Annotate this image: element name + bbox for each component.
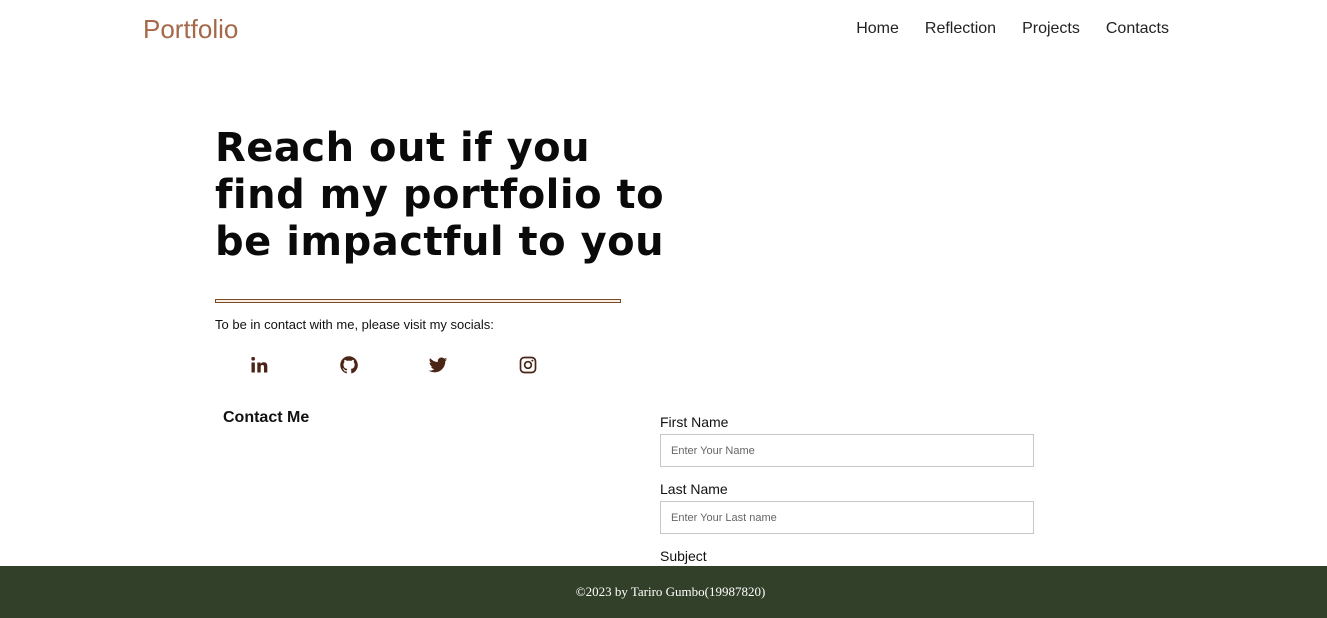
github-link[interactable]: [337, 353, 361, 377]
contact-form: First Name Last Name Subject: [660, 414, 1034, 568]
section-divider: [215, 299, 621, 303]
contact-heading: Contact Me: [223, 409, 310, 426]
main-nav: Home Reflection Projects Contacts: [856, 20, 1169, 38]
last-name-label: Last Name: [660, 481, 728, 497]
last-name-input[interactable]: [660, 501, 1034, 534]
instagram-icon: [519, 356, 537, 374]
linkedin-link[interactable]: [247, 353, 271, 377]
instagram-link[interactable]: [516, 353, 540, 377]
first-name-input[interactable]: [660, 434, 1034, 467]
page-footer: ©2023 by Tariro Gumbo(19987820): [0, 566, 1327, 618]
first-name-label: First Name: [660, 414, 729, 430]
nav-reflection[interactable]: Reflection: [925, 20, 996, 38]
twitter-link[interactable]: [426, 353, 450, 377]
subject-label: Subject: [660, 548, 707, 564]
github-icon: [340, 356, 358, 374]
footer-copyright: ©2023 by Tariro Gumbo(19987820): [575, 584, 766, 599]
nav-home[interactable]: Home: [856, 20, 899, 38]
twitter-icon: [428, 357, 448, 373]
socials-intro-text: To be in contact with me, please visit m…: [215, 317, 494, 332]
linkedin-icon: [251, 356, 268, 373]
brand-logo[interactable]: Portfolio: [143, 14, 238, 45]
nav-projects[interactable]: Projects: [1022, 20, 1080, 38]
nav-contacts[interactable]: Contacts: [1106, 20, 1169, 38]
page-headline: Reach out if you find my portfolio to be…: [215, 125, 665, 265]
